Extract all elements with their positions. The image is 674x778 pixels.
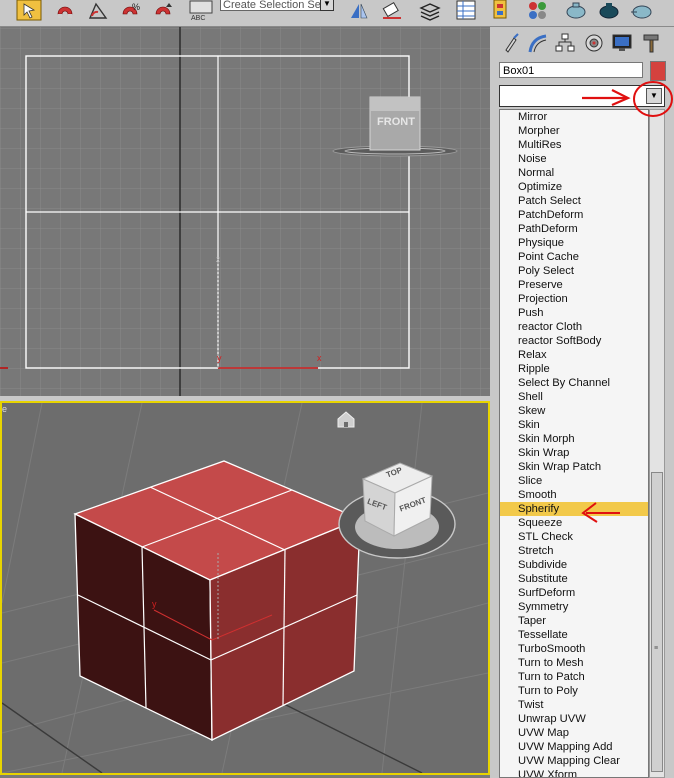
modifier-item[interactable]: UVW Xform [500, 768, 648, 777]
axis-z-label: z [216, 255, 220, 264]
object-name-field[interactable]: Box01 [499, 62, 643, 78]
modifier-item[interactable]: Morpher [500, 124, 648, 138]
viewcube-front-label[interactable]: FRONT [372, 116, 420, 128]
perspective-viewport-canvas [2, 403, 488, 773]
motion-tab-icon[interactable] [581, 30, 607, 56]
modifier-item[interactable]: Turn to Poly [500, 684, 648, 698]
align-icon[interactable] [378, 0, 406, 22]
modifier-item[interactable]: Preserve [500, 278, 648, 292]
modifier-item[interactable]: UVW Map [500, 726, 648, 740]
axis-y-label: y [152, 599, 157, 609]
modifier-item[interactable]: Skin Wrap [500, 446, 648, 460]
select-object-icon[interactable] [15, 0, 43, 22]
modifier-item[interactable]: Symmetry [500, 600, 648, 614]
create-tab-icon[interactable] [498, 30, 524, 56]
modifier-item[interactable]: PatchDeform [500, 208, 648, 222]
layer-manager-icon[interactable] [416, 0, 444, 22]
modifier-item[interactable]: Squeeze [500, 516, 648, 530]
modifier-item[interactable]: Substitute [500, 572, 648, 586]
scrollbar-thumb[interactable]: ≡ [651, 472, 663, 772]
modifier-item[interactable]: Mirror [500, 110, 648, 124]
modifier-item[interactable]: Normal [500, 166, 648, 180]
material-editor-icon[interactable] [524, 0, 552, 22]
modify-tab-icon[interactable] [524, 30, 550, 56]
modifier-item[interactable]: Poly Select [500, 264, 648, 278]
percent-snap-icon[interactable]: % [117, 0, 145, 22]
svg-text:%: % [132, 2, 140, 12]
rendered-frame-icon[interactable] [595, 0, 623, 22]
modifier-item[interactable]: Ripple [500, 362, 648, 376]
modifier-list[interactable]: Mirror Morpher MultiRes Noise Normal Optimize… [499, 109, 649, 778]
modifier-item[interactable]: reactor Cloth [500, 320, 648, 334]
modifier-item[interactable]: Twist [500, 698, 648, 712]
modifier-item[interactable]: Patch Select [500, 194, 648, 208]
modifier-item[interactable]: Skew [500, 404, 648, 418]
modifier-item[interactable]: Optimize [500, 180, 648, 194]
display-tab-icon[interactable] [609, 30, 635, 56]
modifier-item[interactable]: Shell [500, 390, 648, 404]
render-setup-icon[interactable] [562, 0, 590, 22]
axis-y-label: y [217, 353, 222, 363]
modifier-item[interactable]: Relax [500, 348, 648, 362]
modifier-item[interactable]: SurfDeform [500, 586, 648, 600]
modifier-item[interactable]: Subdivide [500, 558, 648, 572]
modifier-item[interactable]: Turn to Patch [500, 670, 648, 684]
modifier-item[interactable]: Taper [500, 614, 648, 628]
modifier-item[interactable]: PathDeform [500, 222, 648, 236]
command-panel: Box01 ▼ Mirror Morpher MultiRes Noise Normal… [494, 27, 674, 778]
modifier-item[interactable]: Turn to Mesh [500, 656, 648, 670]
modifier-item[interactable]: Noise [500, 152, 648, 166]
schematic-view-icon[interactable] [486, 0, 514, 22]
edit-named-selection-icon[interactable]: ABC [187, 0, 215, 22]
modifier-item[interactable]: Projection [500, 292, 648, 306]
modifier-item-selected[interactable]: Spherify [500, 502, 648, 516]
axis-x-label: x [317, 353, 322, 363]
angle-snap-icon[interactable] [85, 0, 113, 22]
curve-editor-icon[interactable] [452, 0, 480, 22]
top-viewport[interactable]: FRONT y x z [0, 27, 490, 396]
mirror-icon[interactable] [346, 0, 374, 22]
svg-text:ABC: ABC [191, 15, 205, 22]
snap-toggle-icon[interactable] [52, 0, 80, 22]
chevron-down-icon[interactable]: ▼ [320, 0, 334, 11]
viewport-label[interactable]: e [2, 404, 7, 414]
modifier-item[interactable]: Stretch [500, 544, 648, 558]
modifier-item[interactable]: TurboSmooth [500, 642, 648, 656]
modifier-item[interactable]: UVW Mapping Add [500, 740, 648, 754]
utilities-tab-icon[interactable] [638, 30, 664, 56]
modifier-item[interactable]: Unwrap UVW [500, 712, 648, 726]
hierarchy-tab-icon[interactable] [552, 30, 578, 56]
main-toolbar: % ABC Create Selection Se ▼ [0, 0, 674, 27]
modifier-item[interactable]: Select By Channel [500, 376, 648, 390]
modifier-item[interactable]: Push [500, 306, 648, 320]
modifier-item[interactable]: Smooth [500, 488, 648, 502]
modifier-item[interactable]: UVW Mapping Clear [500, 754, 648, 768]
modifier-item[interactable]: Tessellate [500, 628, 648, 642]
perspective-viewport[interactable]: e TOP LEFT FRONT y [0, 401, 490, 775]
modifier-item[interactable]: Skin [500, 418, 648, 432]
modifier-item[interactable]: Skin Wrap Patch [500, 460, 648, 474]
object-color-swatch[interactable] [650, 61, 666, 81]
modifier-item[interactable]: reactor SoftBody [500, 334, 648, 348]
chevron-down-icon[interactable]: ▼ [646, 88, 662, 104]
modifier-item[interactable]: MultiRes [500, 138, 648, 152]
modifier-item[interactable]: Physique [500, 236, 648, 250]
modifier-item[interactable]: Point Cache [500, 250, 648, 264]
modifier-item[interactable]: STL Check [500, 530, 648, 544]
modifier-list-scrollbar[interactable]: ≡ [649, 109, 665, 778]
selection-set-dropdown[interactable]: Create Selection Se [220, 0, 334, 11]
modifier-list-dropdown[interactable]: ▼ [499, 85, 665, 107]
modifier-item[interactable]: Slice [500, 474, 648, 488]
spinner-snap-icon[interactable] [150, 0, 178, 22]
top-viewport-canvas [0, 27, 490, 396]
render-icon[interactable] [628, 0, 656, 22]
modifier-item[interactable]: Skin Morph [500, 432, 648, 446]
